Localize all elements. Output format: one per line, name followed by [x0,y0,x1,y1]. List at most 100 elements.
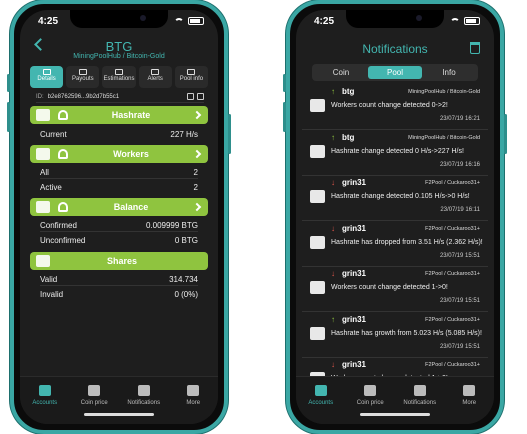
balance-section-header[interactable]: Balance [30,198,208,216]
estimations-icon [115,69,123,75]
workers-icon [36,148,50,160]
alert-bell-icon[interactable] [58,202,68,212]
notification-pool: MiningPoolHub / Bitcoin-Gold [408,89,480,95]
balance-unconfirmed-row: Unconfirmed 0 BTG [40,234,198,247]
tabbar-notifications[interactable]: Notifications [395,385,445,424]
notification-message: Hashrate change detected 0 H/s->227 H/s! [331,147,464,155]
hashrate-chart-icon [310,99,325,112]
notification-pool: F2Pool / Cuckaroo31+ [425,316,480,323]
trash-icon[interactable] [470,42,480,54]
notification-item[interactable]: ↓ grin31 F2Pool / Cuckaroo31+ Hashrate has … [302,221,488,267]
hashrate-chart-icon [310,281,325,294]
tab-label: Alerts [147,76,163,82]
phone-frame-notifications: 4:25 Notifications Coin Pool Info ↑ btg Mi… [283,0,507,434]
notification-timestamp: 23/07/19 15:51 [439,298,480,304]
tabbar-label: Accounts [32,400,58,406]
notification-item[interactable]: ↑ grin31 F2Pool / Cuckaroo31+ Hashrate has … [302,312,488,358]
arrow-down-icon: ↓ [331,223,335,233]
status-bar: 4:25 [296,14,494,30]
notification-coin: grin31 [342,223,367,233]
power-button [228,114,231,154]
info-icon [187,69,196,75]
hashrate-chart-icon [310,144,325,158]
home-indicator [360,413,430,416]
bell-icon [151,69,160,75]
mute-switch [283,74,286,92]
copy-icon[interactable] [187,93,194,100]
row-label: Unconfirmed [40,236,86,245]
notifications-screen: 4:25 Notifications Coin Pool Info ↑ btg Mi… [296,10,494,424]
wifi-icon [174,17,184,25]
segment-pool[interactable]: Pool [368,66,422,79]
bell-icon [413,385,426,396]
battery-icon [464,17,480,25]
tabbar-coin-price[interactable]: Coin price [346,385,396,424]
tab-details[interactable]: Details [30,66,64,88]
tabbar-accounts[interactable]: Accounts [296,385,346,424]
payouts-icon [78,69,87,75]
row-label: Invalid [40,290,64,299]
alert-bell-icon[interactable] [58,110,68,120]
status-time: 4:25 [314,16,335,27]
notification-item[interactable]: ↓ grin31 F2Pool / Cuckaroo31+ Hashrate chan… [302,175,488,221]
hashrate-chart-icon [310,235,325,249]
tab-payouts[interactable]: Payouts [66,66,100,88]
segment-coin[interactable]: Coin [314,66,368,79]
tabbar-more[interactable]: More [445,385,495,424]
qr-code-icon[interactable] [197,93,204,100]
notification-filter: Coin Pool Info [312,64,478,81]
shares-section-header[interactable]: Shares [30,252,208,270]
notification-pool: F2Pool / Cuckaroo31+ [425,271,480,277]
tabbar-more[interactable]: More [169,385,219,424]
tab-estimations[interactable]: Estimations [102,66,136,88]
arrow-up-icon: ↑ [331,314,335,324]
notification-coin: btg [342,87,355,96]
tab-pool-info[interactable]: Pool info [174,66,209,88]
notification-message: Hashrate change detected 0.105 H/s->0 H/… [331,193,470,200]
chevron-right-icon [192,202,202,212]
id-value: b2e8762596...9b2d7b55c1 [47,93,120,100]
tab-label: Payouts [71,76,94,82]
alert-bell-icon[interactable] [58,149,68,159]
tab-label: Details [37,76,56,82]
balance-confirmed-row: Confirmed 0.009999 BTG [40,219,198,232]
row-value: 2 [193,183,198,192]
notification-item[interactable]: ↑ btg MiningPoolHub / Bitcoin-Gold Hashrate… [302,130,488,176]
tabbar-notifications[interactable]: Notifications [119,385,169,424]
shares-chart-icon [36,255,50,267]
chart-icon [88,385,101,396]
page-title: Notifications [362,42,428,56]
tabbar-label: More [462,400,477,406]
notification-coin: grin31 [342,360,367,369]
tabbar-coin-price[interactable]: Coin price [70,385,120,424]
hashrate-section-header[interactable]: Hashrate [30,106,208,124]
row-value: 0 BTG [174,236,198,245]
id-label: ID: [36,93,44,100]
row-value: 0.009999 BTG [145,220,198,230]
notification-item[interactable]: ↑ btg MiningPoolHub / Bitcoin-Gold Workers … [302,84,488,130]
shares-invalid-row: Invalid 0 (0%) [40,288,198,301]
volume-up-button [283,102,286,132]
tabbar-accounts[interactable]: Accounts [20,385,70,424]
notification-item[interactable]: ↓ grin31 F2Pool / Cuckaroo31+ Workers count… [302,266,488,312]
arrow-down-icon: ↓ [331,269,335,278]
section-label: Workers [113,149,149,159]
workers-active-row: Active 2 [40,181,198,194]
hashrate-chart-icon [36,109,50,121]
row-label: Valid [40,274,58,284]
chevron-right-icon [192,149,202,159]
bottom-tab-bar: Accounts Coin price Notifications More [20,376,218,424]
account-id-row: ID: b2e8762596...9b2d7b55c1 [36,91,204,103]
tabbar-label: Notifications [403,400,437,406]
segment-info[interactable]: Info [422,66,476,79]
workers-section-header[interactable]: Workers [30,145,208,163]
notification-timestamp: 23/07/19 15:51 [439,252,480,259]
home-indicator [84,413,154,416]
workers-all-row: All 2 [40,166,198,179]
row-value: 227 H/s [170,130,198,139]
tab-alerts[interactable]: Alerts [138,66,172,88]
status-bar: 4:25 [20,14,218,30]
status-time: 4:25 [38,16,59,27]
volume-up-button [7,102,10,132]
page-title: BTG [105,39,133,54]
